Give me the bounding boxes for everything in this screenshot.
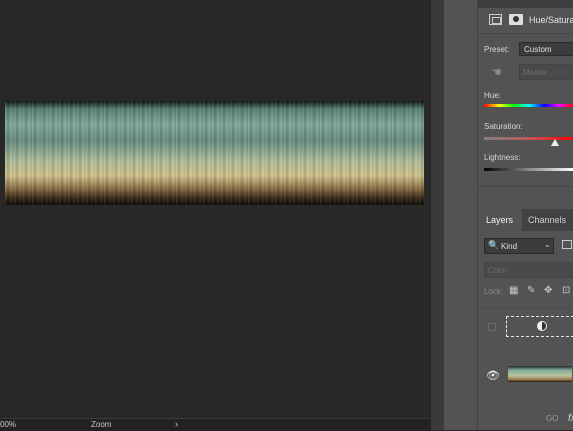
visibility-toggle[interactable] — [488, 323, 496, 331]
hue-label: Hue: — [484, 91, 501, 100]
hand-target-icon[interactable]: ☚ — [491, 65, 502, 79]
lock-artboard-icon[interactable]: ⊡ — [562, 285, 570, 296]
canvas-area[interactable] — [0, 0, 430, 418]
layer-mask-icon[interactable] — [509, 14, 523, 25]
saturation-slider[interactable] — [484, 137, 573, 140]
preset-select[interactable]: Custom — [519, 42, 573, 56]
hue-slider[interactable] — [484, 104, 573, 107]
search-icon: 🔍 — [488, 240, 500, 250]
lock-pixels-icon[interactable]: ▦ — [509, 285, 518, 296]
canvas-image[interactable] — [5, 101, 424, 205]
lock-brush-icon[interactable]: ✎ — [527, 285, 535, 296]
tab-layers[interactable]: Layers — [478, 209, 522, 231]
image-filter-icon[interactable] — [562, 240, 572, 249]
layers-tab-bar: Layers Channels — [478, 209, 573, 231]
properties-header: Hue/Saturatio — [478, 8, 573, 32]
channel-value: Master — [523, 68, 548, 77]
link-layers-icon[interactable]: GO — [546, 414, 558, 423]
fx-icon[interactable]: fx — [568, 413, 573, 424]
status-expand-icon[interactable]: › — [175, 419, 178, 429]
panel-icon-strip — [444, 0, 477, 430]
divider — [478, 33, 573, 34]
panel-divider[interactable] — [430, 0, 445, 430]
preset-label: Preset: — [484, 45, 510, 54]
hue-saturation-icon[interactable] — [489, 14, 502, 25]
saturation-slider-thumb[interactable] — [551, 139, 559, 146]
layer-row-image[interactable]: 👁 — [478, 352, 573, 394]
preset-value: Custom — [524, 45, 552, 54]
properties-title: Hue/Saturatio — [529, 15, 573, 25]
tab-layers-label: Layers — [486, 215, 514, 225]
lightness-slider[interactable] — [484, 168, 573, 171]
layer-filter-value: Kind — [501, 242, 518, 251]
layer-row-adjustment[interactable] — [478, 308, 573, 347]
zoom-level[interactable]: 00% — [0, 420, 16, 429]
tab-channels[interactable]: Channels — [528, 215, 566, 225]
blend-mode-value: Color — [488, 266, 508, 275]
lightness-label: Lightness: — [484, 153, 521, 162]
layers-footer: GO fx — [478, 410, 573, 430]
status-bar: 00% Zoom › — [0, 418, 430, 431]
layer-filter-select[interactable]: 🔍 Kind ⌄ — [484, 238, 554, 254]
lock-label: Lock: — [484, 287, 504, 296]
adjustment-layer-icon — [537, 321, 547, 331]
lock-move-icon[interactable]: ✥ — [544, 285, 552, 296]
blend-mode-select[interactable]: Color — [484, 262, 573, 278]
channel-select[interactable]: Master — [519, 64, 573, 80]
divider — [478, 186, 573, 187]
saturation-label: Saturation: — [484, 122, 523, 131]
right-panel: Hue/Saturatio Preset: Custom ☚ Master Hu… — [477, 0, 573, 430]
status-info-label: Zoom — [91, 420, 112, 429]
adjustment-thumbnail[interactable] — [506, 316, 573, 337]
layer-thumbnail[interactable] — [508, 366, 572, 382]
eye-icon[interactable]: 👁 — [486, 369, 500, 382]
properties-tab-bar[interactable] — [478, 0, 573, 8]
chevron-down-icon: ⌄ — [544, 240, 551, 249]
